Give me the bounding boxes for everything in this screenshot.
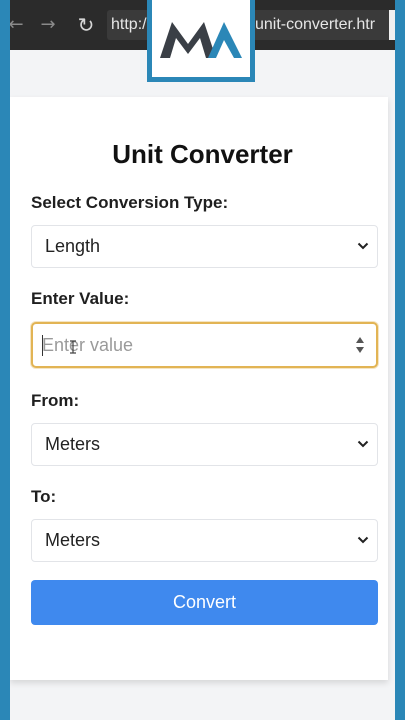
conversion-type-value: Length — [45, 236, 101, 256]
from-label: From: — [31, 391, 80, 410]
reload-icon[interactable]: ↻ — [76, 14, 96, 36]
text-caret — [42, 335, 43, 356]
to-unit-select[interactable]: Meters — [31, 519, 378, 562]
value-input[interactable]: Enter value — [31, 322, 378, 368]
convert-button[interactable]: Convert — [31, 580, 378, 625]
value-label: Enter Value: — [31, 289, 130, 308]
conversion-type-label: Select Conversion Type: — [31, 193, 229, 212]
chevron-down-icon — [357, 520, 371, 561]
toolbar-edge — [389, 10, 395, 40]
conversion-type-select[interactable]: Length — [31, 225, 378, 268]
url-prefix: http:/ — [111, 16, 147, 33]
number-spinner-icon[interactable] — [354, 333, 366, 357]
logo-mark-icon — [160, 22, 242, 58]
channel-logo — [147, 0, 255, 82]
from-unit-value: Meters — [45, 434, 101, 454]
to-label: To: — [31, 487, 57, 506]
page-title: Unit Converter — [112, 139, 293, 169]
back-arrow-icon[interactable]: ← — [10, 14, 26, 36]
value-placeholder: Enter value — [42, 335, 134, 355]
forward-arrow-icon[interactable]: → — [38, 14, 58, 36]
url-suffix: unit-converter.htr — [255, 16, 376, 33]
chevron-down-icon — [357, 226, 371, 267]
from-unit-select[interactable]: Meters — [31, 423, 378, 466]
to-unit-value: Meters — [45, 530, 101, 550]
chevron-down-icon — [357, 424, 371, 465]
text-cursor-icon — [70, 340, 76, 354]
